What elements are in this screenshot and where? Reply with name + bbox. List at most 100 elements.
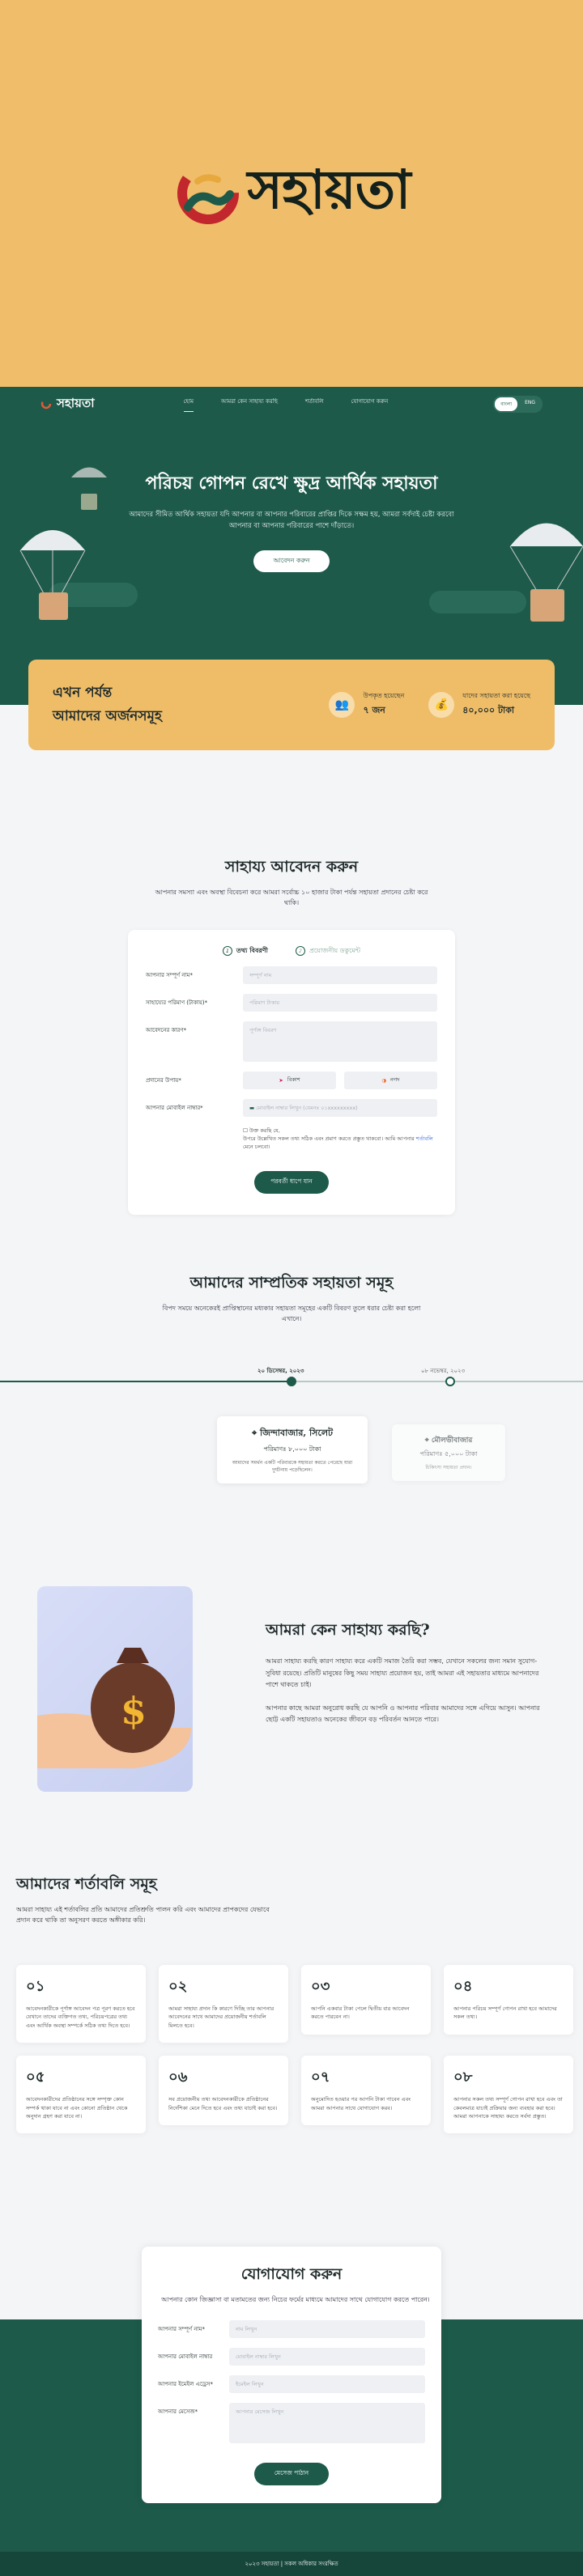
- consent-head: উক্ত করছি যে,: [249, 1127, 280, 1134]
- step-info[interactable]: 1 তথ্য বিবরণী: [222, 946, 268, 957]
- send-message-button[interactable]: মেসেজ পাঠান: [254, 2463, 329, 2486]
- contact-name-input[interactable]: নাম লিখুন: [229, 2320, 425, 2339]
- next-step-button[interactable]: পরবর্তী ধাপে যান: [254, 1170, 329, 1194]
- contact-email-label: আপনার ইমেইল এড্রেস*: [158, 2381, 214, 2388]
- term-number: ০৪: [453, 1977, 473, 1995]
- reason-textarea[interactable]: পূর্ণাঙ্গ বিবরণ: [243, 1021, 437, 1062]
- apply-section: সাহায্য আবেদন করুন আপনার সমস্যা এবং অবস্…: [0, 750, 583, 1215]
- contact-section: যোগাযোগ করুন আপনার কোন জিজ্ঞাসা বা মতামত…: [0, 2247, 583, 2553]
- why-title: আমরা কেন সাহায্য করছি?: [266, 1621, 430, 1640]
- consent-checkbox[interactable]: ☐ উক্ত করছি যে, উপরে উল্লেখিত সকল তথ্য সঠ…: [243, 1127, 437, 1152]
- bkash-option[interactable]: ➤ বিকাশ: [243, 1071, 336, 1089]
- contact-subtitle: আপনার কোন জিজ্ঞাসা বা মতামতের জন্য নিচের…: [161, 2296, 430, 2304]
- terms-section: আমাদের শর্তাবলি সমূহ আমরা সাহায্য এই শর্…: [0, 1792, 583, 2134]
- contact-message-textarea[interactable]: আপনার মেসেজ লিখুন: [229, 2403, 425, 2444]
- term-text: অনুমোদিত হওয়ার পর আপনি টাকা পাবেন এবং আ…: [311, 2096, 411, 2111]
- terms-link[interactable]: শর্তাবলি: [416, 1135, 433, 1142]
- parachute-box-small-icon: [71, 467, 107, 510]
- term-card: ০৬ সব প্রয়োজনীয় তথ্য আবেদনকারীকে প্রতিষ…: [159, 2056, 288, 2125]
- achievements-heading-1: এখন পর্যন্ত: [53, 685, 113, 702]
- hero-text: আমাদের সীমিত আর্থিক সহায়তা যদি আপনার বা…: [129, 511, 454, 531]
- amount-input[interactable]: পরিমাণ টাকায়: [243, 993, 437, 1012]
- recent-card-text: আমাদের সমর্থন একটি পরিবারকে সহায়তা করতে…: [232, 1460, 353, 1474]
- term-text: আবেদনকারীদের প্রতিষ্ঠানের সঙ্গে সম্পৃক্ত…: [26, 2096, 128, 2120]
- name-input[interactable]: সম্পূর্ণ নাম: [243, 965, 437, 984]
- amount-stat: 💰 যাদের সহায়তা করা হয়েছে ৪০,০০০ টাকা: [428, 691, 530, 719]
- step-docs[interactable]: 2 প্রয়োজনীয় ডকুমেন্ট: [295, 946, 361, 957]
- method-label: প্রদানের উপায়*: [146, 1076, 181, 1084]
- money-bag-illustration: $: [37, 1586, 193, 1793]
- nav-terms[interactable]: শর্তাবলি: [305, 397, 324, 412]
- why-paragraph-2: আপনার কাছে আমরা অনুরোধ করছি যে আপনি ও আপ…: [266, 1704, 540, 1723]
- parachute-box-right-icon: [509, 523, 583, 622]
- contact-phone-input[interactable]: মোবাইল নাম্বার লিখুন: [229, 2348, 425, 2366]
- term-card: ০২ আমরা সাহায্য প্রদান কি কারণে দিচ্ছি তা…: [159, 1964, 288, 2043]
- timeline-dot-2[interactable]: [445, 1377, 455, 1387]
- recent-card-text: চিকিৎসা সহায়তা প্রদান।: [425, 1465, 472, 1471]
- term-text: সব প্রয়োজনীয় তথ্য আবেদনকারীকে প্রতিষ্ঠ…: [168, 2096, 278, 2111]
- amount-value: ৪০,০০০ টাকা: [462, 705, 515, 715]
- term-text: আমরা সাহায্য প্রদান কি কারণে দিচ্ছি তার …: [168, 2005, 274, 2029]
- term-number: ০৫: [26, 2069, 45, 2086]
- phone-placeholder: মোবাইল নাম্বার লিখুন (যেমনঃ ০১xxxxxxxxx): [256, 1104, 358, 1111]
- apply-title: সাহায্য আবেদন করুন: [224, 858, 359, 876]
- term-text: আপনার সকল তথ্য সম্পূর্ণ গোপন রাখা হবে এব…: [453, 2096, 563, 2120]
- parachute-box-icon: [19, 530, 86, 620]
- timeline-date-1[interactable]: ২০ ডিসেম্বর, ২০২৩: [257, 1366, 304, 1376]
- recent-title: আমাদের সাম্প্রতিক সহায়তা সমূহ: [189, 1273, 394, 1292]
- term-card: ০৭ অনুমোদিত হওয়ার পর আপনি টাকা পাবেন এবং…: [301, 2056, 431, 2125]
- nagad-option[interactable]: ◑ নগদ: [344, 1071, 437, 1089]
- timeline-date-2[interactable]: ০৮ নভেম্বর, ২০২৩: [421, 1366, 465, 1376]
- contact-form: যোগাযোগ করুন আপনার কোন জিজ্ঞাসা বা মতামত…: [142, 2247, 441, 2504]
- nav-why[interactable]: আমরা কেন সাহায্য করছি: [221, 397, 278, 412]
- header-brand[interactable]: সহায়তা: [40, 394, 95, 414]
- achievements-heading-2: আমাদের অর্জনসমূহ: [53, 708, 162, 724]
- step-info-label: তথ্য বিবরণী: [236, 946, 268, 954]
- lang-bn[interactable]: বাংলা: [495, 397, 518, 411]
- terms-title: আমাদের শর্তাবলি সমূহ: [16, 1875, 157, 1894]
- timeline-dot-1[interactable]: [287, 1377, 296, 1387]
- splash-banner: সহায়তা: [0, 0, 583, 387]
- term-number: ০১: [26, 1977, 45, 1995]
- why-section: $ আমরা কেন সাহায্য করছি? আমরা সাহায্য কর…: [0, 1497, 583, 1793]
- lang-en[interactable]: ENG: [519, 397, 541, 411]
- beneficiaries-value: ৭ জন: [363, 705, 385, 715]
- beneficiaries-stat: 👥 উপকৃত হয়েছেন ৭ জন: [329, 691, 404, 719]
- term-number: ০৩: [311, 1977, 330, 1995]
- contact-message-label: আপনার মেসেজ*: [158, 2408, 198, 2416]
- contact-phone-label: আপনার মোবাইল নাম্বার: [158, 2353, 213, 2361]
- brand-logo: সহায়তা: [173, 149, 411, 238]
- term-card: ০৫ আবেদনকারীদের প্রতিষ্ঠানের সঙ্গে সম্পৃক…: [16, 2056, 146, 2134]
- nav-links: হোম আমরা কেন সাহায্য করছি শর্তাবলি যোগায…: [183, 397, 389, 412]
- money-icon: 💰: [428, 692, 455, 718]
- amount-input-label: সাহায্যের পরিমাণ (টাকায়)*: [146, 999, 208, 1006]
- contact-email-input[interactable]: ইমেইল লিখুন: [229, 2375, 425, 2394]
- term-card: ০৪ আপনার পরিচয় সম্পূর্ণ গোপন রাখা হবে আম…: [444, 1964, 573, 2035]
- beneficiaries-label: উপকৃত হয়েছেন: [363, 692, 405, 699]
- nav-home[interactable]: হোম: [183, 397, 194, 412]
- consent-text: উপরে উল্লেখিত সকল তথ্য সঠিক এবং প্রমাণ ক…: [243, 1135, 415, 1142]
- recent-card: ⌖ জিন্দাবাজার, সিলেট পরিমাণঃ ৮,০০০ টাকা …: [217, 1416, 368, 1484]
- term-number: ০৭: [311, 2069, 330, 2086]
- apply-cta-button[interactable]: আবেদন করুন: [253, 550, 330, 572]
- phone-input[interactable]: ▬ মোবাইল নাম্বার লিখুন (যেমনঃ ০১xxxxxxxx…: [243, 1098, 437, 1117]
- bkash-icon: ➤: [279, 1076, 283, 1084]
- amount-label: যাদের সহায়তা করা হয়েছে: [462, 692, 530, 699]
- achievements-heading: এখন পর্যন্ত আমাদের অর্জনসমূহ: [53, 681, 162, 728]
- people-icon: 👥: [329, 692, 355, 718]
- recent-card-amount: পরিমাণঃ ৫,০০০ টাকা: [419, 1450, 478, 1458]
- recent-card-title-text: জিন্দাবাজার, সিলেট: [259, 1428, 334, 1439]
- recent-card-title-text: মৌলভীবাজার: [431, 1437, 473, 1445]
- achievements-card: এখন পর্যন্ত আমাদের অর্জনসমূহ 👥 উপকৃত হয়ে…: [28, 660, 555, 750]
- term-card: ০৩ আপনি একবার টাকা পেলে দ্বিতীয় বার আবেদ…: [301, 1964, 431, 2035]
- name-label: আপনার সম্পূর্ণ নাম*: [146, 971, 193, 978]
- recent-card-amount: পরিমাণঃ ৮,০০০ টাকা: [263, 1445, 321, 1454]
- why-paragraph-1: আমরা সাহায্য করছি কারণ সাহায্য করে একটি …: [266, 1657, 539, 1689]
- terms-subtitle: আমরা সাহায্য এই শর্তাবলির প্রতি আমাদের প…: [16, 1906, 270, 1925]
- term-number: ০৬: [168, 2069, 188, 2086]
- language-toggle: বাংলা ENG: [493, 395, 543, 413]
- term-card: ০১ আবেদনকারীকে পূর্ণাঙ্গ আবেদন পত্র পূরণ …: [16, 1964, 146, 2043]
- term-card: ০৮ আপনার সকল তথ্য সম্পূর্ণ গোপন রাখা হবে …: [444, 2056, 573, 2134]
- nav-contact[interactable]: যোগাযোগ করুন: [351, 397, 389, 412]
- step-docs-label: প্রয়োজনীয় ডকুমেন্ট: [309, 946, 361, 954]
